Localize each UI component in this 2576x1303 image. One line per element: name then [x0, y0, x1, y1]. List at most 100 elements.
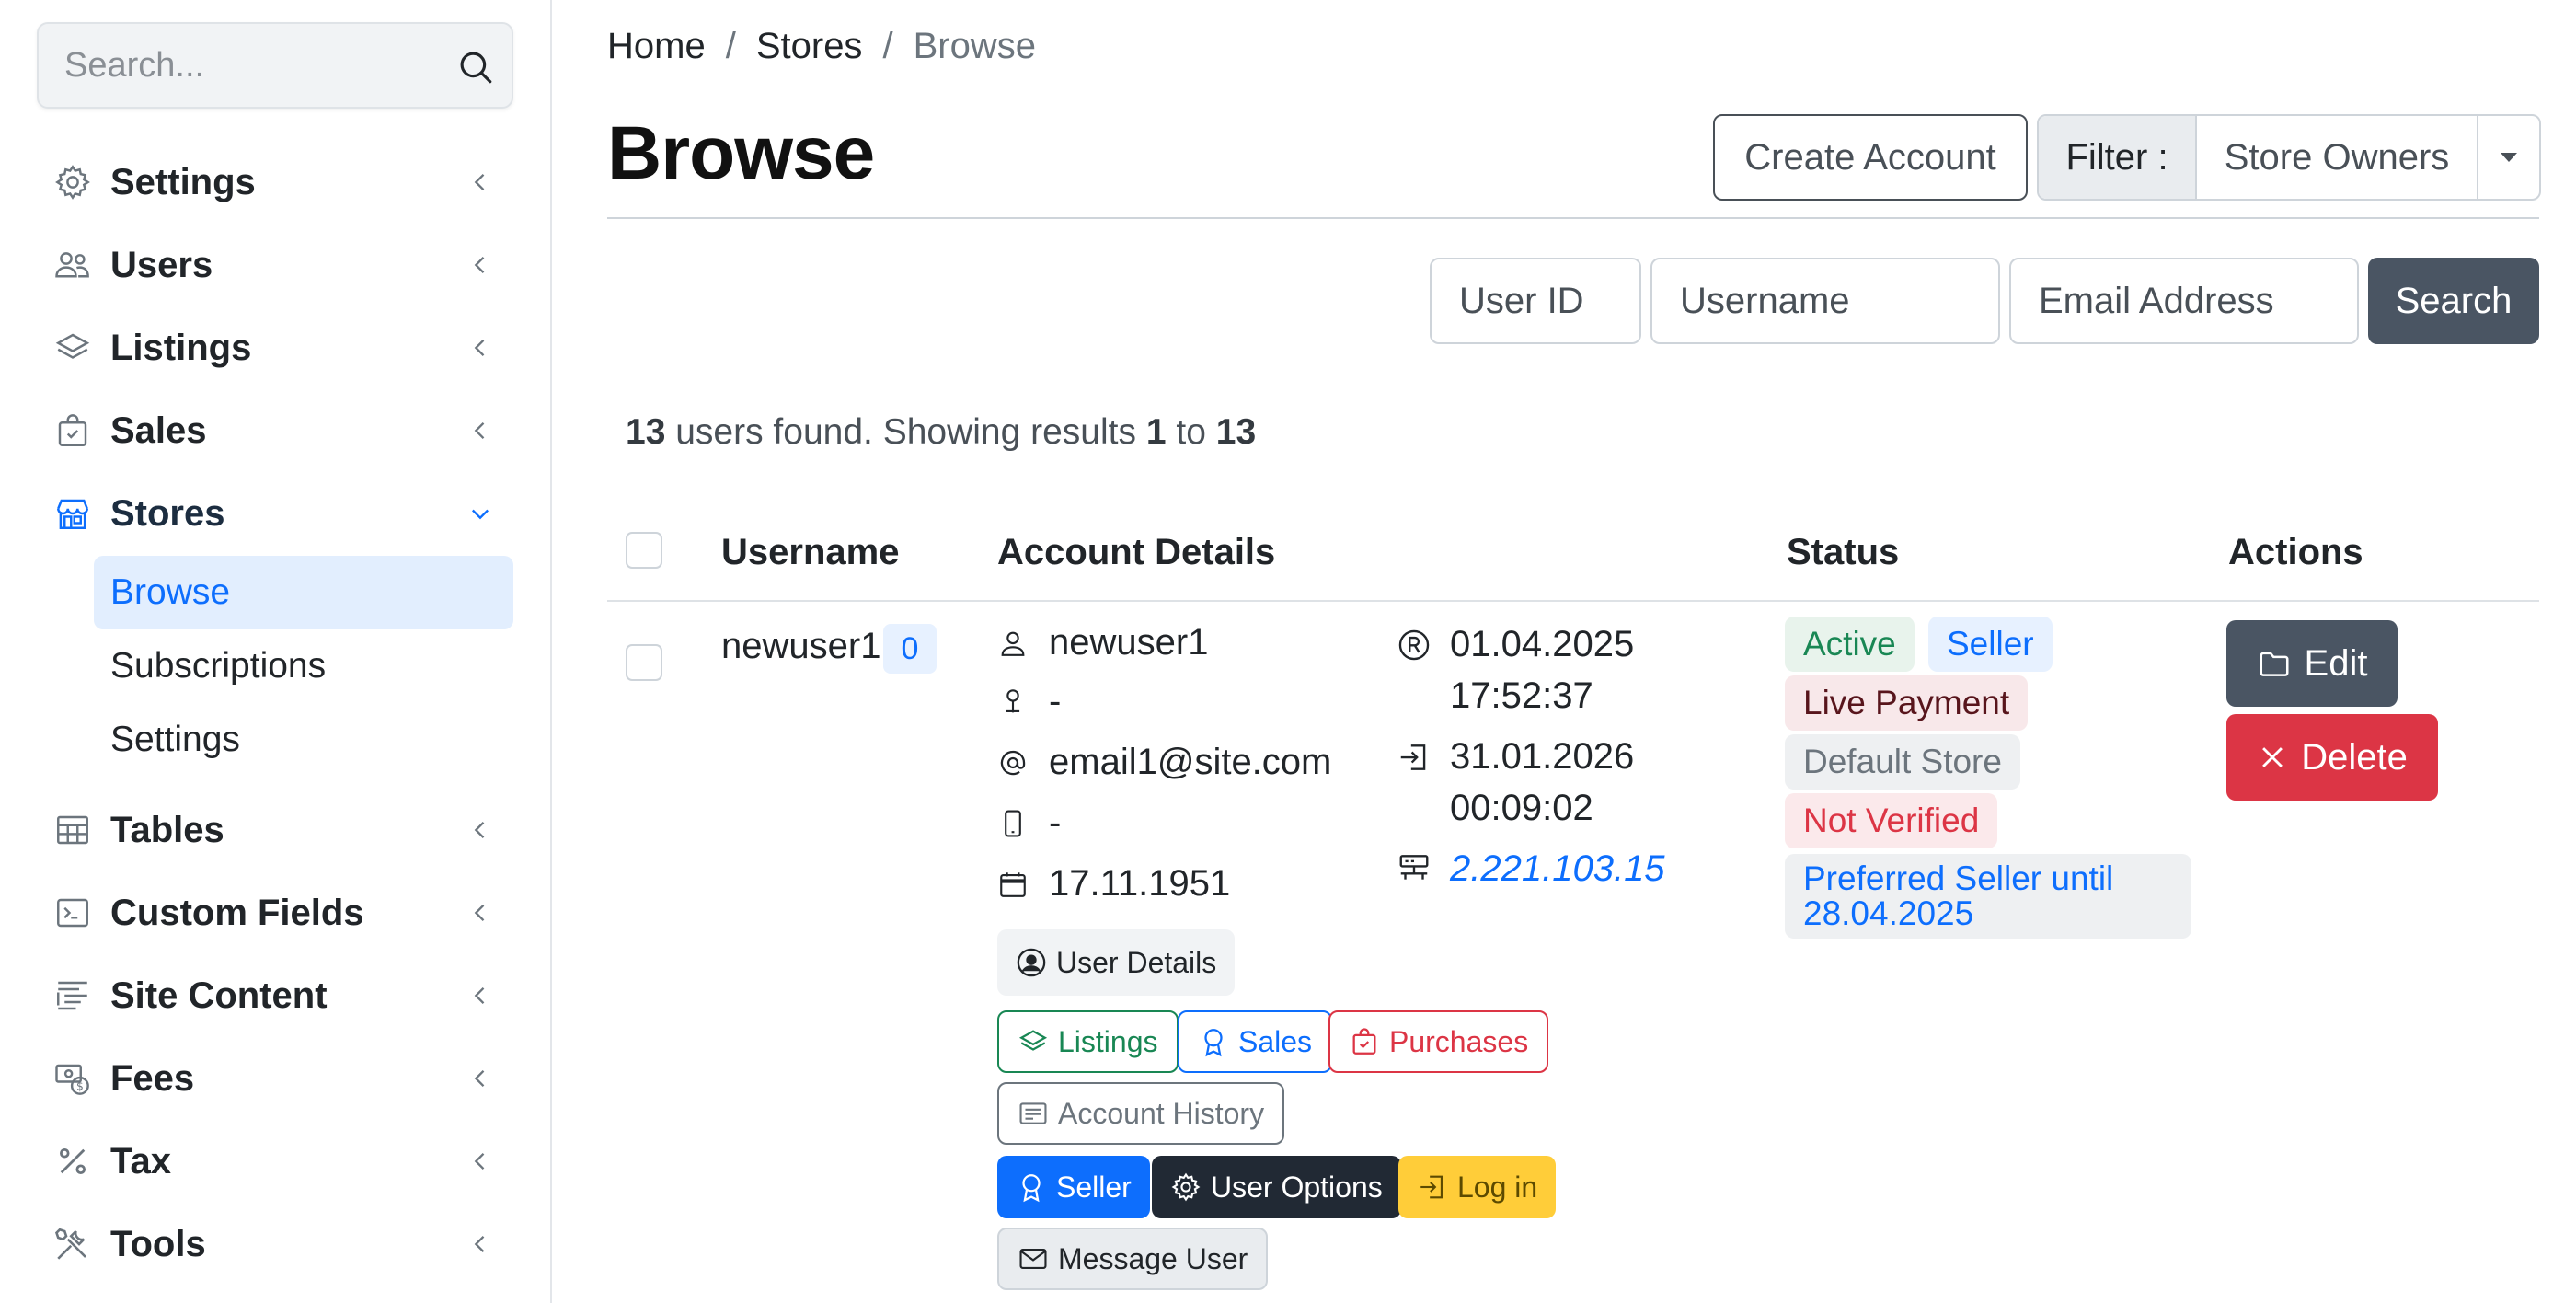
- log-in-button[interactable]: Log in: [1398, 1156, 1557, 1218]
- sidebar-item-settings[interactable]: Settings: [0, 149, 552, 215]
- sidebar-item-fees[interactable]: $ Fees: [0, 1045, 552, 1112]
- column-header-username[interactable]: Username: [721, 532, 899, 573]
- delete-button[interactable]: Delete: [2226, 714, 2438, 801]
- chevron-left-icon: [474, 257, 485, 273]
- registered-date: 01.04.2025: [1450, 624, 1635, 664]
- sidebar-item-site-content[interactable]: Site Content: [0, 963, 552, 1029]
- delete-label: Delete: [2301, 736, 2408, 778]
- purchases-label: Purchases: [1389, 1024, 1529, 1058]
- last-login-date: 31.01.2026: [1450, 736, 1635, 777]
- detail-address-value: -: [1049, 681, 1062, 721]
- ip-address-link[interactable]: 2.221.103.15: [1450, 843, 1665, 894]
- detail-phone: -: [997, 802, 1061, 844]
- breadcrumb-stores[interactable]: Stores: [756, 26, 863, 67]
- status-badge-live-payment: Live Payment: [1785, 675, 2029, 731]
- results-from: 1: [1145, 412, 1167, 452]
- account-history-button[interactable]: Account History: [997, 1082, 1285, 1145]
- sales-button[interactable]: Sales: [1178, 1010, 1333, 1073]
- folder-icon: [2260, 652, 2289, 676]
- sidebar-item-tax[interactable]: Tax: [0, 1128, 552, 1194]
- layers-icon: [1018, 1030, 1048, 1051]
- chevron-left-icon: [474, 1153, 485, 1170]
- bag-check-icon: [1352, 1028, 1376, 1055]
- select-all-checkbox[interactable]: [626, 532, 662, 569]
- email-input[interactable]: [2011, 259, 2357, 342]
- ethernet-icon: [1399, 855, 1429, 880]
- sidebar-item-label: Listings: [110, 327, 252, 368]
- chevron-left-icon: [474, 987, 485, 1004]
- card-text-icon: [1019, 1102, 1047, 1124]
- gear-icon: [55, 165, 90, 200]
- detail-birthdate: 17.11.1951: [997, 863, 1230, 905]
- sidebar-item-label: Fees: [110, 1057, 195, 1099]
- results-summary: 13 users found. Showing results 1 to 13: [626, 412, 1256, 453]
- last-login-datetime: 31.01.2026 00:09:02: [1450, 731, 1634, 834]
- seller-label: Seller: [1056, 1170, 1132, 1204]
- sidebar-search-input[interactable]: [64, 42, 451, 88]
- sidebar-search: [37, 22, 513, 109]
- terminal-icon: [57, 898, 88, 928]
- sidebar-item-label: Tables: [110, 809, 224, 850]
- filter-select[interactable]: Store Owners: [2197, 116, 2478, 199]
- sidebar-subitem-subscriptions[interactable]: Subscriptions: [94, 629, 513, 703]
- chevron-left-icon: [474, 1070, 485, 1087]
- sidebar-item-sales[interactable]: Sales: [0, 398, 552, 464]
- calendar-icon: [1000, 871, 1026, 897]
- award-icon: [1204, 1029, 1223, 1057]
- at-icon: [1000, 750, 1026, 775]
- search-icon[interactable]: [456, 48, 495, 86]
- breadcrumb-home[interactable]: Home: [607, 26, 706, 67]
- page-title: Browse: [607, 111, 875, 195]
- sidebar-item-users[interactable]: Users: [0, 232, 552, 298]
- edit-button[interactable]: Edit: [2226, 620, 2398, 707]
- row-checkbox[interactable]: [626, 644, 662, 681]
- login-icon: [1420, 1175, 1443, 1199]
- status-badge-default-store: Default Store: [1785, 734, 2020, 790]
- create-account-button[interactable]: Create Account: [1713, 114, 2028, 201]
- user-id-input[interactable]: [1432, 259, 1639, 342]
- chevron-left-icon: [474, 905, 485, 921]
- registered-icon: [1398, 629, 1430, 661]
- sidebar-item-listings[interactable]: Listings: [0, 315, 552, 381]
- envelope-icon: [1019, 1249, 1047, 1269]
- detail-email-value: email1@site.com: [1049, 742, 1332, 782]
- user-options-button[interactable]: User Options: [1152, 1156, 1401, 1218]
- sidebar-subitem-label: Browse: [110, 572, 231, 612]
- status-badge-seller: Seller: [1928, 617, 2053, 672]
- close-icon: [2262, 747, 2283, 767]
- sidebar-subitem-settings[interactable]: Settings: [94, 703, 513, 777]
- chevron-left-icon: [474, 822, 485, 838]
- search-button[interactable]: Search: [2368, 258, 2539, 344]
- users-icon: [55, 252, 89, 278]
- purchases-button[interactable]: Purchases: [1328, 1010, 1549, 1073]
- message-user-label: Message User: [1058, 1241, 1248, 1275]
- seller-button[interactable]: Seller: [997, 1156, 1150, 1218]
- status-badge-not-verified: Not Verified: [1785, 793, 1998, 848]
- filter-label: Filter :: [2039, 116, 2197, 199]
- chevron-left-icon: [474, 422, 485, 439]
- filter-toggle[interactable]: [2478, 116, 2539, 199]
- shop-icon: [57, 499, 88, 529]
- bag-check-icon: [58, 414, 87, 446]
- sidebar-item-label: Settings: [110, 161, 256, 202]
- registered-datetime: 01.04.2025 17:52:37: [1450, 618, 1634, 721]
- detail-name-value: newuser1: [1049, 622, 1209, 663]
- sidebar-subitem-label: Settings: [110, 720, 240, 759]
- listings-button[interactable]: Listings: [997, 1010, 1179, 1073]
- user-details-label: User Details: [1056, 945, 1217, 979]
- sidebar-item-tables[interactable]: Tables: [0, 797, 552, 863]
- sidebar-item-label: Tools: [110, 1223, 206, 1264]
- sidebar-subitem-browse[interactable]: Browse: [94, 556, 513, 629]
- chevron-left-icon: [474, 1236, 485, 1252]
- chevron-left-icon: [474, 174, 485, 190]
- message-user-button[interactable]: Message User: [997, 1228, 1269, 1290]
- title-divider: [607, 217, 2539, 219]
- sidebar-item-tools[interactable]: Tools: [0, 1211, 552, 1277]
- sidebar-item-label: Tax: [110, 1140, 171, 1182]
- row-username[interactable]: newuser1: [721, 626, 880, 667]
- user-details-button[interactable]: User Details: [997, 929, 1236, 996]
- sidebar-item-stores[interactable]: Stores: [0, 480, 552, 547]
- sidebar-item-custom-fields[interactable]: Custom Fields: [0, 880, 552, 946]
- username-input[interactable]: [1652, 259, 1998, 342]
- detail-birthdate-value: 17.11.1951: [1049, 863, 1231, 904]
